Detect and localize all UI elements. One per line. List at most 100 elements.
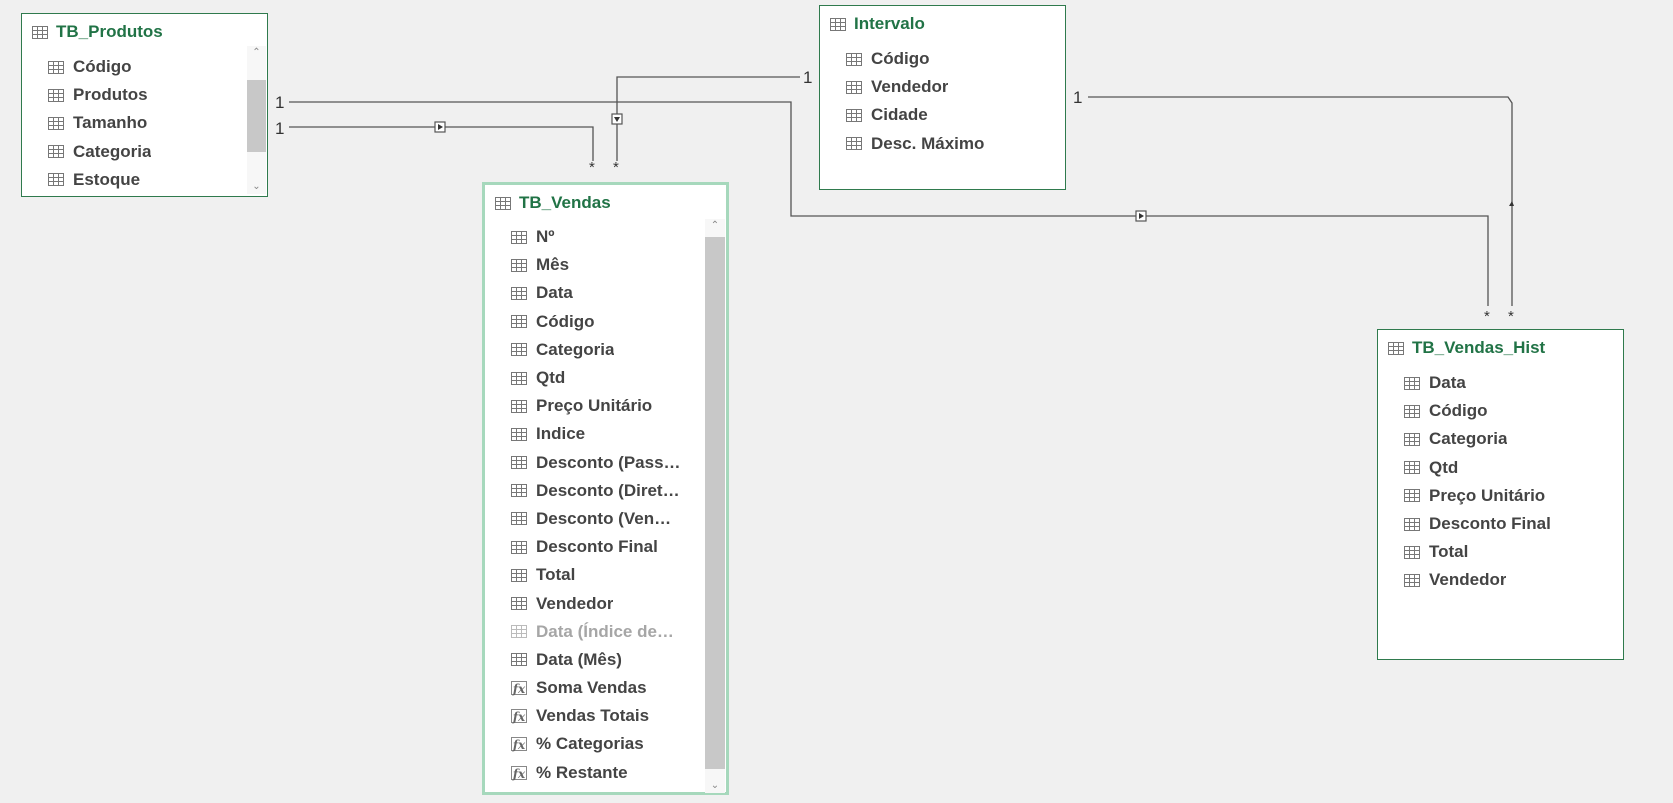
cardinality-many-label: * [613, 159, 619, 176]
field-item[interactable]: Código [511, 308, 702, 336]
table-column-icon [511, 286, 527, 300]
field-item[interactable]: Indice [511, 420, 702, 448]
field-item[interactable]: Nº [511, 223, 702, 251]
field-item[interactable]: Desconto (Ven… [511, 505, 702, 533]
field-item[interactable]: Total [1404, 538, 1599, 566]
field-item[interactable]: Código [846, 45, 1041, 73]
table-column-icon [1404, 404, 1420, 418]
field-list: Data Código Categoria Qtd Preço Unitário… [1404, 369, 1599, 595]
fx-measure-icon: fx [511, 765, 527, 781]
field-item[interactable]: Código [48, 53, 243, 81]
field-item[interactable]: Tamanho [48, 109, 243, 137]
table-column-icon [511, 343, 527, 357]
table-column-icon [1404, 517, 1420, 531]
table-icon [495, 196, 511, 210]
field-item[interactable]: Estoque [48, 166, 243, 194]
field-item[interactable]: Desconto (Diret… [511, 477, 702, 505]
field-item[interactable]: Desconto (Pass… [511, 449, 702, 477]
cardinality-one-label: 1 [275, 93, 285, 112]
table-card-title: TB_Produtos [56, 22, 163, 41]
table-column-icon [846, 80, 862, 94]
field-item[interactable]: Categoria [511, 336, 702, 364]
field-item[interactable]: Categoria [48, 138, 243, 166]
field-item[interactable]: Categoria [1404, 425, 1599, 453]
table-column-icon [1404, 545, 1420, 559]
field-item[interactable]: Vendedor [846, 73, 1041, 101]
field-item[interactable]: Mês [511, 251, 702, 279]
field-label: % Categorias [536, 734, 644, 754]
field-label: Data (Mês) [536, 649, 622, 669]
field-item[interactable]: Vendedor [1404, 566, 1599, 594]
field-label: Preço Unitário [1429, 485, 1546, 505]
field-item[interactable]: Desconto Final [511, 533, 702, 561]
field-item[interactable]: Data [1404, 369, 1599, 397]
table-column-icon [511, 568, 527, 582]
field-label: Desconto Final [536, 537, 658, 557]
table-column-icon [48, 116, 64, 130]
arrow-marker-icon [434, 121, 446, 133]
field-item[interactable]: Data [511, 279, 702, 307]
measure-item[interactable]: fx Soma Vendas [511, 674, 702, 702]
table-card-tb-vendas-hist[interactable]: TB_Vendas_Hist Data Código Categoria Qtd… [1377, 329, 1624, 660]
table-card-header[interactable]: TB_Vendas_Hist [1388, 338, 1545, 358]
field-item[interactable]: Produtos [48, 81, 243, 109]
table-card-header[interactable]: TB_Vendas [495, 193, 611, 213]
field-item[interactable]: Total [511, 561, 702, 589]
field-item[interactable]: Preço Unitário [511, 392, 702, 420]
table-column-icon [511, 653, 527, 667]
table-column-icon [511, 371, 527, 385]
fx-measure-icon: fx [511, 737, 527, 753]
table-card-tb-vendas[interactable]: TB_Vendas Nº Mês Data Código Categoria Qtd Pre… [482, 182, 729, 795]
measure-item[interactable]: fx % Categorias [511, 730, 702, 758]
table-card-header[interactable]: TB_Produtos [32, 22, 163, 42]
field-label: Código [73, 57, 132, 77]
table-column-icon [511, 512, 527, 526]
field-label: Data (Índice de… [536, 621, 674, 641]
field-label: Desconto Final [1429, 514, 1551, 534]
field-item[interactable]: Desconto Final [1404, 510, 1599, 538]
table-card-header[interactable]: Intervalo [830, 14, 925, 34]
measure-item[interactable]: fx Vendas Totais [511, 702, 702, 730]
field-item[interactable]: Data (Mês) [511, 646, 702, 674]
scroll-down-icon[interactable]: ⌄ [705, 779, 725, 793]
field-item[interactable]: Desc. Máximo [846, 130, 1041, 158]
scrollbar-thumb[interactable] [247, 80, 266, 152]
field-item[interactable]: Preço Unitário [1404, 482, 1599, 510]
table-icon [1388, 341, 1404, 355]
scroll-up-icon[interactable]: ⌃ [247, 46, 266, 60]
vertical-scrollbar[interactable]: ⌃ ⌄ [705, 219, 725, 793]
vertical-scrollbar[interactable]: ⌃ ⌄ [247, 46, 266, 194]
scrollbar-thumb[interactable] [705, 237, 725, 769]
table-card-intervalo[interactable]: Intervalo Código Vendedor Cidade Desc. M… [819, 5, 1066, 190]
table-card-title: TB_Vendas [519, 193, 611, 212]
scroll-up-icon[interactable]: ⌃ [705, 219, 725, 233]
table-column-icon [511, 399, 527, 413]
scroll-down-icon[interactable]: ⌄ [247, 180, 266, 194]
field-label: Tamanho [73, 113, 148, 133]
relationship-line-intervalo-hist[interactable] [1088, 96, 1513, 306]
table-column-icon [48, 145, 64, 159]
field-item[interactable]: Qtd [511, 364, 702, 392]
table-icon [830, 17, 846, 31]
relationship-line-intervalo-vendas[interactable] [616, 76, 800, 161]
field-label: Código [1429, 401, 1488, 421]
field-label: Total [1429, 542, 1469, 562]
table-column-icon [48, 60, 64, 74]
field-label: Produtos [73, 85, 148, 105]
field-item[interactable]: Data (Índice de… [511, 618, 702, 646]
field-item[interactable]: Código [1404, 397, 1599, 425]
field-label: Vendedor [536, 593, 614, 613]
table-column-icon [511, 456, 527, 470]
field-item[interactable]: Cidade [846, 101, 1041, 129]
field-label: Soma Vendas [536, 678, 647, 698]
field-label: Total [536, 565, 576, 585]
field-item[interactable]: Vendedor [511, 589, 702, 617]
table-card-title: TB_Vendas_Hist [1412, 338, 1546, 357]
field-list: Nº Mês Data Código Categoria Qtd Preço Unitári… [511, 223, 702, 787]
cardinality-many-label: * [1484, 308, 1490, 325]
field-item[interactable]: Qtd [1404, 454, 1599, 482]
table-column-icon [1404, 489, 1420, 503]
table-column-icon [846, 108, 862, 122]
table-card-tb-produtos[interactable]: TB_Produtos Código Produtos Tamanho Cate… [21, 13, 268, 197]
measure-item[interactable]: fx % Restante [511, 759, 702, 787]
